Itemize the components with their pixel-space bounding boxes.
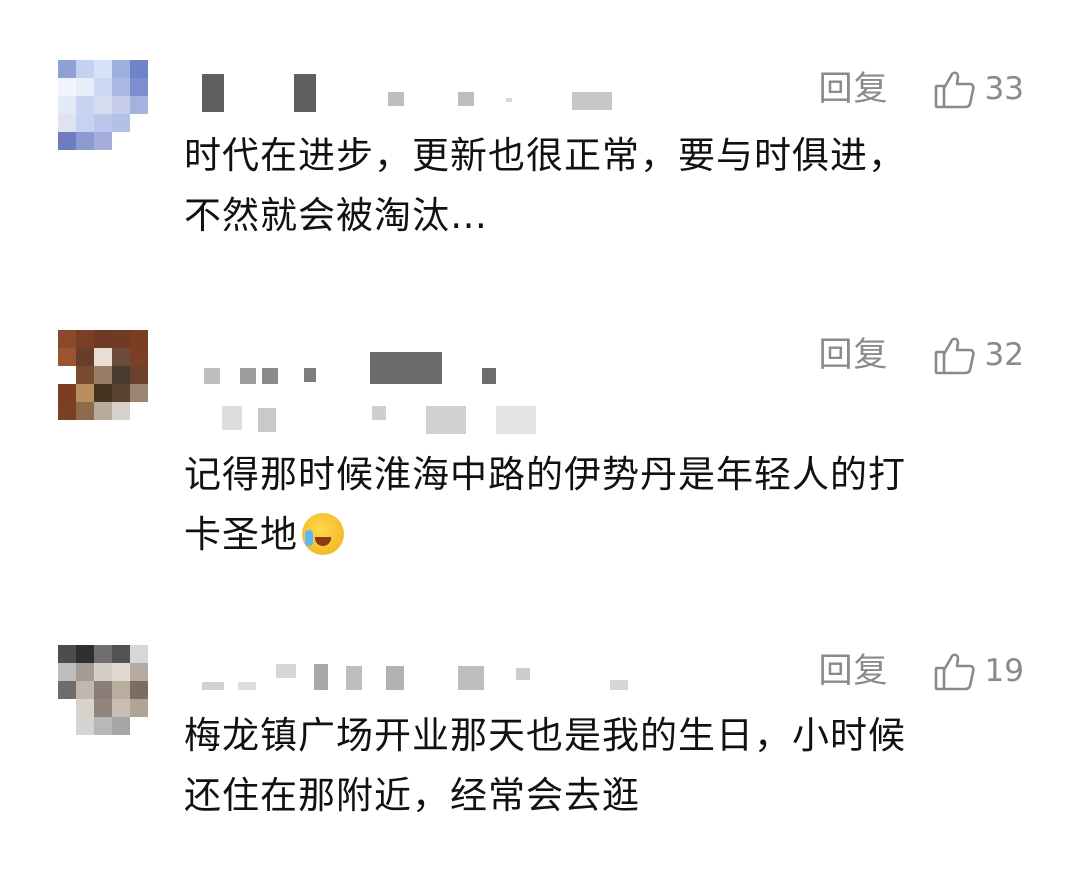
like-count: 19 (984, 653, 1024, 689)
comment-actions: 回复 19 (819, 646, 1024, 696)
comment-line: 梅龙镇广场开业那天也是我的生日，小时候 (184, 714, 906, 757)
comment-text: 记得那时候淮海中路的伊势丹是年轻人的打 卡圣地 (184, 445, 1024, 565)
avatar[interactable] (58, 60, 148, 150)
username-blurred[interactable] (200, 350, 560, 440)
avatar[interactable] (58, 330, 148, 420)
avatar[interactable] (58, 645, 148, 735)
comment-line-with-emoji: 卡圣地 (184, 505, 1024, 565)
like-count: 33 (984, 71, 1024, 107)
comment-line: 不然就会被淘汰… (184, 194, 488, 237)
like-button[interactable]: 32 (933, 330, 1024, 380)
comment-text: 梅龙镇广场开业那天也是我的生日，小时候 还住在那附近，经常会去逛 (184, 706, 1024, 826)
like-button[interactable]: 33 (933, 64, 1024, 114)
like-button[interactable]: 19 (933, 646, 1024, 696)
comment-actions: 回复 33 (819, 64, 1024, 114)
comment-line: 还住在那附近，经常会去逛 (184, 774, 640, 817)
thumbs-up-outline-icon (934, 337, 975, 375)
thumbs-up-outline-icon (934, 653, 975, 691)
reply-button[interactable]: 回复 (819, 64, 889, 114)
comment-text: 时代在进步，更新也很正常，要与时俱进， 不然就会被淘汰… (184, 126, 1024, 246)
thumbs-up-outline-icon (934, 71, 975, 109)
comment-actions: 回复 32 (819, 330, 1024, 380)
like-count: 32 (984, 337, 1024, 373)
username-blurred[interactable] (200, 68, 620, 118)
reply-button[interactable]: 回复 (819, 330, 889, 380)
comment-line: 时代在进步，更新也很正常，要与时俱进， (184, 134, 906, 177)
comment-line: 记得那时候淮海中路的伊势丹是年轻人的打 (184, 453, 906, 496)
comment-line: 卡圣地 (184, 513, 298, 556)
reply-button[interactable]: 回复 (819, 646, 889, 696)
face-with-tears-of-joy-icon (302, 513, 344, 555)
username-blurred[interactable] (200, 656, 640, 706)
